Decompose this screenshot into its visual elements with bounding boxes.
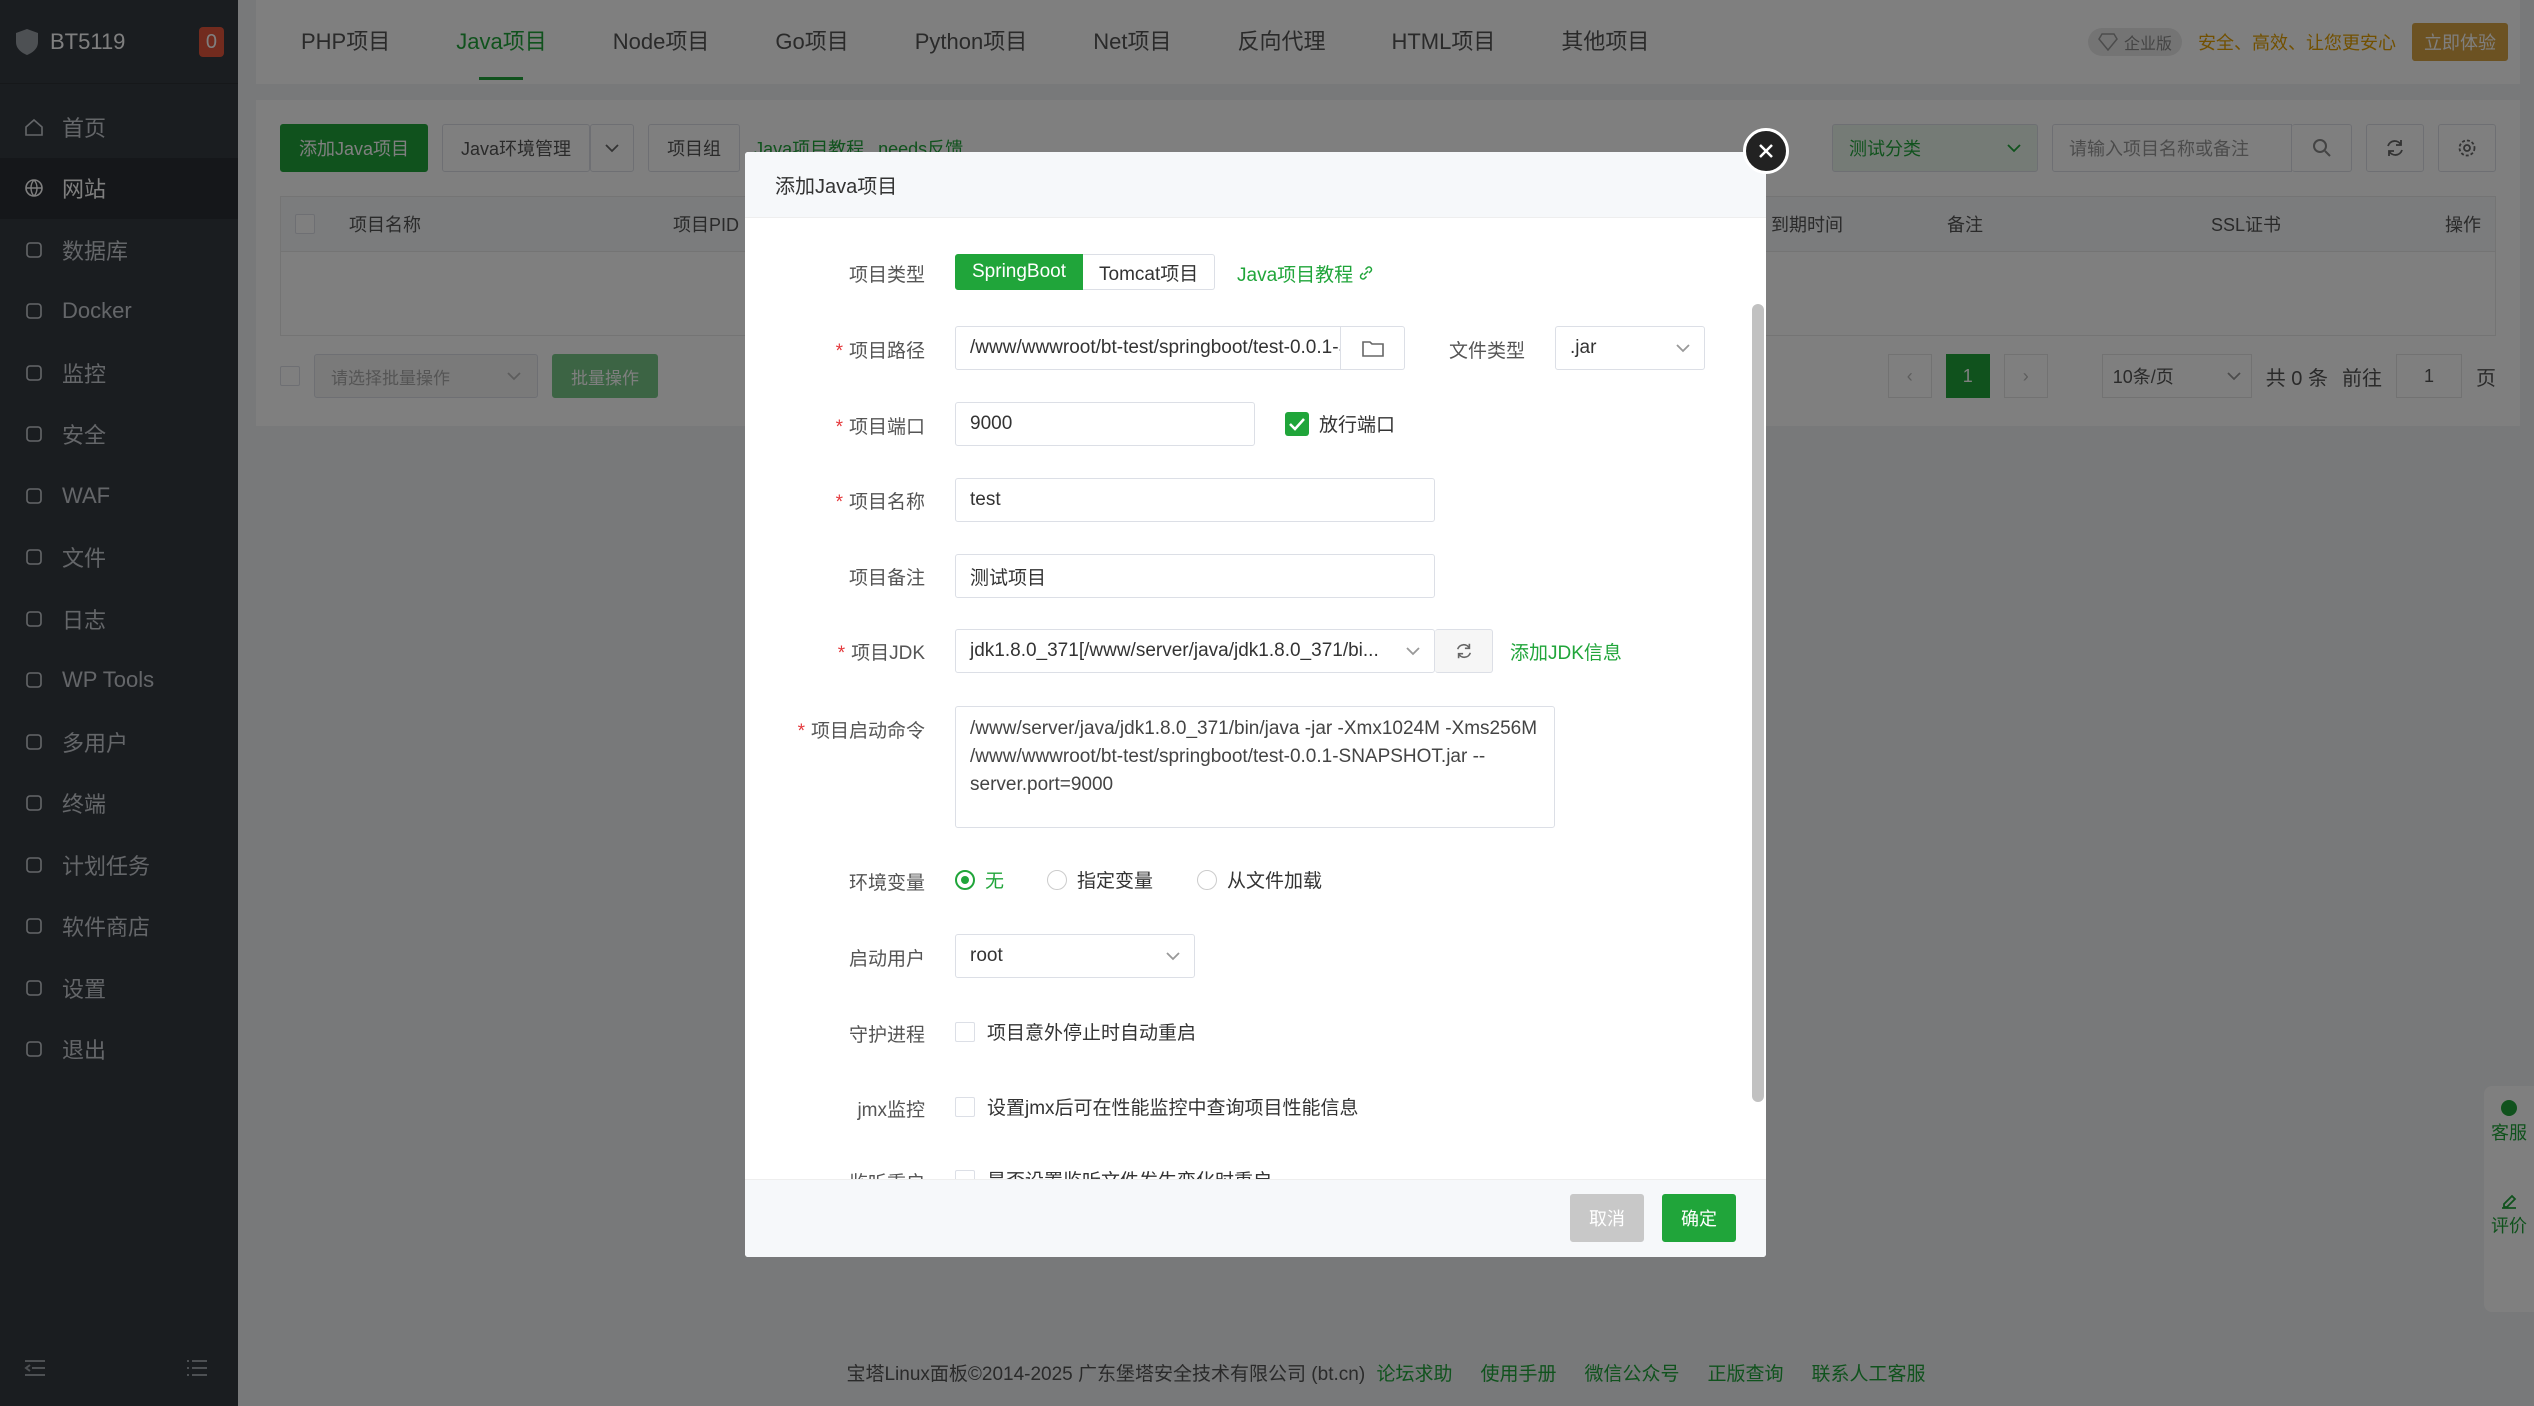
dialog-scrollbar[interactable] [1752,304,1764,1102]
port-label-text: 项目端口 [848,417,925,438]
radio-icon [1047,869,1067,890]
jmx-text: 设置jmx后可在性能监控中查询项目性能信息 [987,1098,1359,1119]
link-icon [1360,266,1373,280]
jdk-value: jdk1.8.0_371[/www/server/java/jdk1.8.0_3… [970,640,1379,661]
radio-icon [1197,869,1217,890]
path-label-text: 项目路径 [848,341,925,362]
cancel-button[interactable]: 取消 [1570,1194,1644,1242]
project-port-input[interactable]: 9000 [955,402,1255,446]
dialog-title: 添加Java项目 [745,152,1766,218]
chevron-down-icon [1166,952,1180,961]
daemon-text: 项目意外停止时自动重启 [987,1023,1197,1044]
file-type-label: 文件类型 [1448,341,1525,362]
env-file-label: 从文件加载 [1227,871,1323,892]
project-port-label: * 项目端口 [835,417,925,438]
start-user-label: 启动用户 [848,949,925,970]
env-none-label: 无 [985,871,1005,892]
project-name-label: * 项目名称 [835,492,925,513]
project-remark-input[interactable]: 测试项目 [955,554,1435,598]
add-java-project-dialog: 添加Java项目 项目类型 SpringBoot Tomcat项目 Java项目… [745,152,1766,1257]
java-tutorial-link-dialog[interactable]: Java项目教程 [1237,260,1374,287]
confirm-button[interactable]: 确定 [1662,1194,1736,1242]
project-remark-label: 项目备注 [848,568,925,589]
project-jdk-select[interactable]: jdk1.8.0_371[/www/server/java/jdk1.8.0_3… [955,629,1435,673]
chevron-down-icon [1676,344,1690,353]
env-specify-label: 指定变量 [1077,871,1154,892]
radio-selected-icon [955,869,975,890]
release-port-checkbox[interactable]: 放行端口 [1285,410,1395,437]
refresh-icon [1456,643,1471,659]
daemon-checkbox[interactable]: 项目意外停止时自动重启 [955,1018,1196,1045]
listen-restart-label: 监听重启 [745,1168,925,1179]
jdk-label-text: 项目JDK [851,643,925,664]
checkbox-icon [955,1096,975,1117]
dialog-footer: 取消 确定 [745,1179,1766,1257]
env-option-none[interactable]: 无 [955,866,1004,893]
chevron-down-icon [1406,647,1420,656]
listen-restart-checkbox[interactable]: 是否设置监听文件发生变化时重启 [955,1166,1272,1179]
dialog-close-button[interactable] [1743,128,1789,174]
project-path-input[interactable]: /www/wwwroot/bt-test/springboot/test-0.0… [955,326,1341,370]
close-icon [1759,144,1773,158]
file-type-select[interactable]: .jar [1555,326,1705,370]
listen-restart-text: 是否设置监听文件发生变化时重启 [987,1166,1272,1179]
env-option-specify[interactable]: 指定变量 [1047,866,1153,893]
file-type-value: .jar [1570,337,1597,358]
tutorial-link-text: Java项目教程 [1237,265,1354,286]
start-command-label: * 项目启动命令 [797,721,925,742]
jmx-label: jmx监控 [857,1100,925,1121]
start-user-value: root [970,945,1003,966]
project-type-toggle: SpringBoot Tomcat项目 [955,254,1216,290]
checkbox-icon [955,1169,975,1179]
env-var-label: 环境变量 [848,873,925,894]
project-name-input[interactable]: test [955,478,1435,522]
dialog-body: 项目类型 SpringBoot Tomcat项目 Java项目教程 * 项目路径 … [745,218,1766,1179]
project-jdk-label: * 项目JDK [837,643,925,664]
start-user-select[interactable]: root [955,934,1195,978]
jmx-checkbox[interactable]: 设置jmx后可在性能监控中查询项目性能信息 [955,1093,1359,1120]
name-label-text: 项目名称 [848,492,925,513]
start-command-textarea[interactable]: /www/server/java/jdk1.8.0_371/bin/java -… [955,706,1555,828]
project-path-label: * 项目路径 [835,341,925,362]
project-type-label: 项目类型 [848,265,925,286]
env-option-file[interactable]: 从文件加载 [1197,866,1322,893]
command-label-text: 项目启动命令 [810,721,925,742]
type-springboot-option[interactable]: SpringBoot [955,254,1084,290]
type-tomcat-option[interactable]: Tomcat项目 [1083,254,1216,290]
checkbox-icon [955,1021,975,1042]
checkbox-checked-icon [1285,411,1309,436]
release-port-label: 放行端口 [1319,415,1396,436]
jdk-refresh-button[interactable] [1435,629,1493,673]
daemon-label: 守护进程 [848,1025,925,1046]
add-jdk-link[interactable]: 添加JDK信息 [1510,638,1622,665]
